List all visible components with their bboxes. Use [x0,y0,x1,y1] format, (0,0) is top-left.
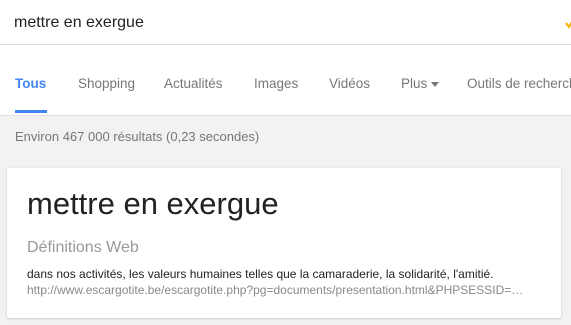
search-input[interactable] [14,12,534,34]
tab-more[interactable]: Plus [401,76,440,91]
tab-search-tools[interactable]: Outils de recherche [467,76,571,91]
definition-text: dans nos activités, les valeurs humaines… [27,267,494,281]
result-stats: Environ 467 000 résultats (0,23 secondes… [15,129,260,144]
search-box [0,0,571,45]
card-subtitle: Définitions Web [27,239,139,256]
source-link[interactable]: http://www.escargotite.be/escargotite.ph… [27,283,541,297]
caret-down-icon [431,81,440,87]
active-tab-indicator [15,110,47,113]
tab-news[interactable]: Actualités [164,76,223,91]
tab-videos[interactable]: Vidéos [329,76,370,91]
microphone-icon[interactable] [565,16,571,30]
tab-more-label: Plus [401,76,428,91]
tab-shopping[interactable]: Shopping [78,76,135,91]
tab-all[interactable]: Tous [15,76,46,91]
tab-images[interactable]: Images [254,76,298,91]
definition-card: mettre en exergue Définitions Web dans n… [7,168,561,318]
search-tabs: Tous Shopping Actualités Images Vidéos P… [0,45,571,116]
card-title: mettre en exergue [27,186,279,221]
